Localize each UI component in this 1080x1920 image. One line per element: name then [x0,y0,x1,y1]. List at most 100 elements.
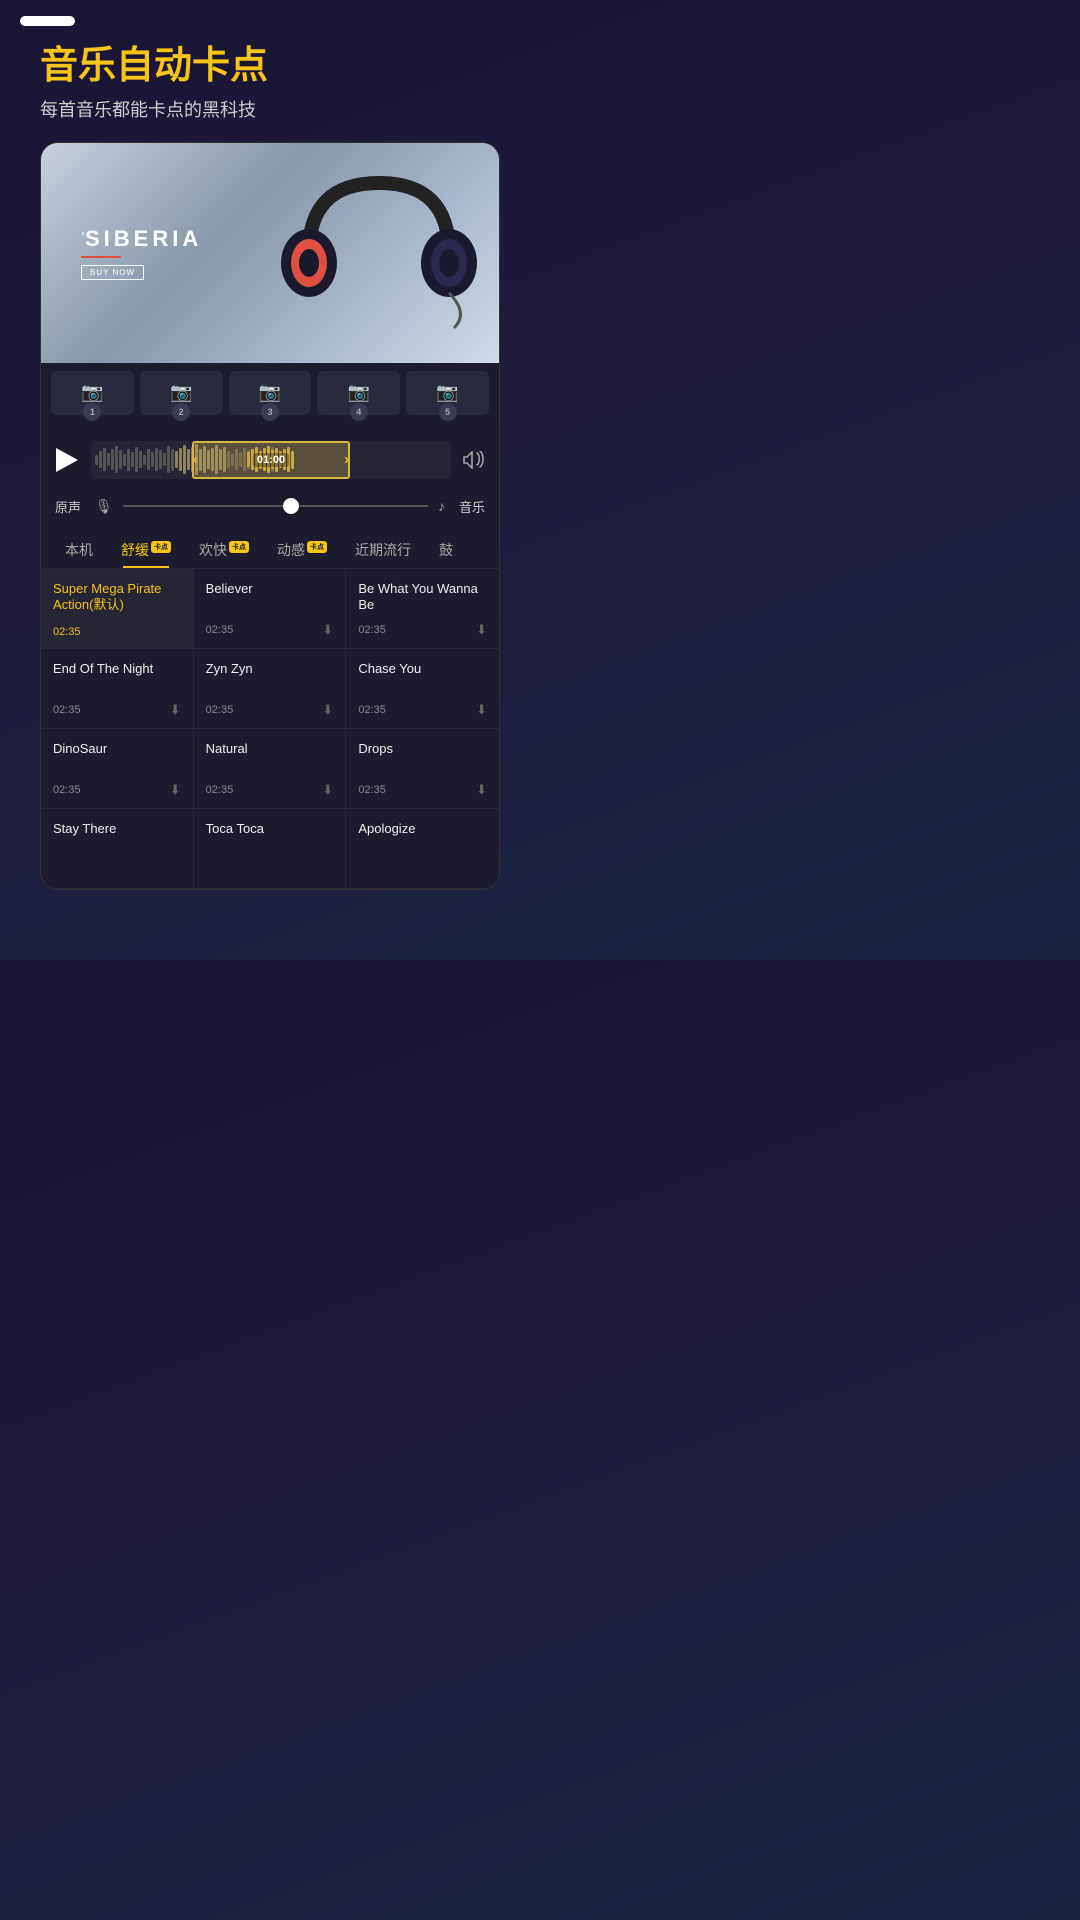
thumbnail-4[interactable]: 📷 4 [317,371,400,415]
music-name-4: End Of The Night [53,661,181,678]
camera-icon-1: 📷 [81,382,103,403]
download-icon-6[interactable]: ⬇ [476,702,487,718]
music-name-7: DinoSaur [53,741,181,758]
music-cell-bottom-8: 02:35 ⬇ [206,782,334,798]
audio-mix-row: 原声 🎙 ♪ 音乐 [41,489,499,528]
download-icon-4[interactable]: ⬇ [170,702,181,718]
download-icon-9[interactable]: ⬇ [476,782,487,798]
app-subtitle: 每首音乐都能卡点的黑科技 [40,96,500,122]
camera-icon-3: 📷 [259,382,281,403]
music-cell-12[interactable]: Apologize [346,809,499,889]
volume-button[interactable] [459,445,489,475]
badge-dynamic: 卡点 [307,541,327,553]
music-time-7: 02:35 [53,784,81,796]
music-cell-bottom-4: 02:35 ⬇ [53,702,181,718]
tab-soothe[interactable]: 舒缓卡点 [107,532,185,568]
waveform-time-label: 01:00 [253,453,289,467]
music-name-9: Drops [358,741,487,758]
music-cell-bottom-3: 02:35 ⬇ [358,622,487,638]
waveform-right-arrow[interactable]: › [344,451,349,469]
header: 音乐自动卡点 每首音乐都能卡点的黑科技 [0,34,540,142]
play-triangle-icon [56,448,78,472]
music-name-12: Apologize [358,821,487,838]
music-cell-10[interactable]: Stay There [41,809,194,889]
play-button[interactable] [51,444,83,476]
music-name-10: Stay There [53,821,181,838]
download-icon-3[interactable]: ⬇ [476,622,487,638]
music-cell-6[interactable]: Chase You 02:35 ⬇ [346,649,499,729]
status-bar [0,0,540,34]
status-pill [20,16,75,26]
music-cell-2[interactable]: Believer 02:35 ⬇ [194,569,347,649]
music-time-1: 02:35 [53,626,81,638]
music-cell-3[interactable]: Be What You Wanna Be 02:35 ⬇ [346,569,499,649]
download-icon-8[interactable]: ⬇ [322,782,333,798]
camera-icon-5: 📷 [436,382,458,403]
music-name-5: Zyn Zyn [206,661,334,678]
music-cell-bottom-1: 02:35 [53,626,181,638]
music-time-5: 02:35 [206,704,234,716]
music-cell-4[interactable]: End Of The Night 02:35 ⬇ [41,649,194,729]
badge-soothe: 卡点 [151,541,171,553]
tab-local[interactable]: 本机 [51,532,107,568]
mic-icon: 🎙 [95,498,113,515]
music-name-8: Natural [206,741,334,758]
slider-thumb[interactable] [283,498,299,514]
audio-mix-slider[interactable] [123,505,428,507]
tab-drum[interactable]: 鼓 [425,532,467,568]
phone-mock: °SIBERIA BUY NOW 📷 1 📷 2 📷 3 📷 4 📷 5 [40,142,500,890]
camera-icon-2: 📷 [170,382,192,403]
thumbnail-strip: 📷 1 📷 2 📷 3 📷 4 📷 5 [41,363,499,423]
waveform-left-arrow[interactable]: ‹ [193,451,198,469]
music-name-1: Super Mega Pirate Action(默认) [53,581,181,615]
music-cell-bottom-9: 02:35 ⬇ [358,782,487,798]
camera-icon-4: 📷 [348,382,370,403]
thumbnail-3[interactable]: 📷 3 [229,371,312,415]
app-title: 音乐自动卡点 [40,44,500,90]
thumbnail-5[interactable]: 📷 5 [406,371,489,415]
music-cell-bottom-2: 02:35 ⬇ [206,622,334,638]
music-cell-bottom-5: 02:35 ⬇ [206,702,334,718]
music-cell-11[interactable]: Toca Toca [194,809,347,889]
music-cell-1[interactable]: Super Mega Pirate Action(默认) 02:35 [41,569,194,649]
headphone-image-area: °SIBERIA BUY NOW [41,143,499,363]
music-name-2: Believer [206,581,334,598]
category-tabs: 本机 舒缓卡点 欢快卡点 动感卡点 近期流行 鼓 [41,528,499,569]
music-cell-8[interactable]: Natural 02:35 ⬇ [194,729,347,809]
music-time-3: 02:35 [358,624,386,636]
badge-happy: 卡点 [229,541,249,553]
brand-overlay: °SIBERIA BUY NOW [81,226,202,280]
music-name-11: Toca Toca [206,821,334,838]
tab-happy[interactable]: 欢快卡点 [185,532,263,568]
music-cell-bottom-7: 02:35 ⬇ [53,782,181,798]
music-cell-5[interactable]: Zyn Zyn 02:35 ⬇ [194,649,347,729]
music-time-8: 02:35 [206,784,234,796]
download-icon-2[interactable]: ⬇ [322,622,333,638]
waveform-container[interactable]: ‹ 01:00 › [91,441,451,479]
thumbnail-2[interactable]: 📷 2 [140,371,223,415]
music-time-4: 02:35 [53,704,81,716]
music-grid: Super Mega Pirate Action(默认) 02:35 Belie… [41,569,499,889]
download-icon-5[interactable]: ⬇ [322,702,333,718]
thumbnail-1[interactable]: 📷 1 [51,371,134,415]
thumb-num-1: 1 [83,403,101,421]
music-name-3: Be What You Wanna Be [358,581,487,615]
music-audio-label: 音乐 [455,497,485,516]
original-audio-label: 原声 [55,497,85,516]
waveform-row: ‹ 01:00 › [41,423,499,489]
tab-trending[interactable]: 近期流行 [341,532,425,568]
download-icon-7[interactable]: ⬇ [170,782,181,798]
music-time-6: 02:35 [358,704,386,716]
music-cell-9[interactable]: Drops 02:35 ⬇ [346,729,499,809]
music-cell-bottom-6: 02:35 ⬇ [358,702,487,718]
brand-line [81,256,121,258]
music-cell-7[interactable]: DinoSaur 02:35 ⬇ [41,729,194,809]
thumb-num-4: 4 [350,403,368,421]
music-time-2: 02:35 [206,624,234,636]
tab-dynamic[interactable]: 动感卡点 [263,532,341,568]
buy-now-button[interactable]: BUY NOW [81,265,144,280]
music-name-6: Chase You [358,661,487,678]
brand-name: °SIBERIA [81,226,202,252]
music-time-9: 02:35 [358,784,386,796]
waveform-highlight-region[interactable]: ‹ 01:00 › [192,441,350,479]
